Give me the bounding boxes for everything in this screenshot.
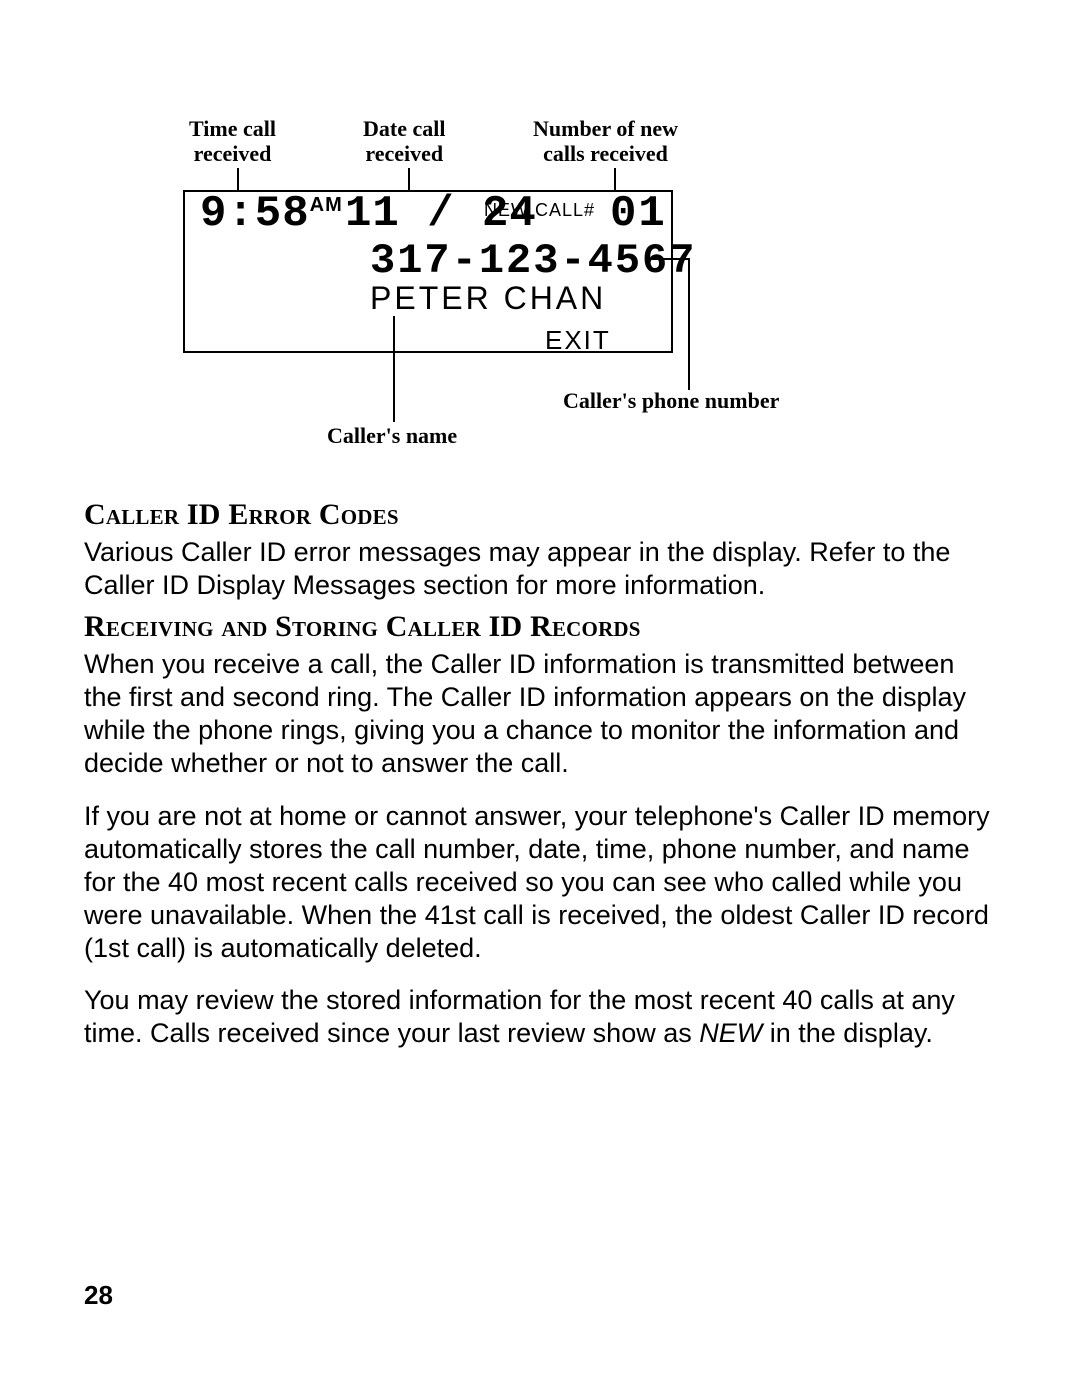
callout-time: Time call received (189, 116, 276, 167)
callout-date: Date call received (363, 116, 445, 167)
callout-name: Caller's name (327, 423, 457, 448)
heading-receiving-storing: Receiving and Storing Caller ID Records (84, 610, 996, 644)
leader-time (237, 168, 239, 190)
lcd-newcall-label: NEW CALL# (484, 200, 595, 221)
heading-error-codes: Caller ID Error Codes (84, 498, 996, 532)
lcd-phone-number: 317-123-4567 (370, 237, 696, 285)
lcd-time: 9:58AM (200, 189, 343, 239)
leader-date (408, 168, 410, 190)
para-receive-1: When you receive a call, the Caller ID i… (84, 648, 996, 780)
para-receive-3: You may review the stored information fo… (84, 984, 996, 1050)
lcd-ampm: AM (310, 194, 343, 216)
para-receive-3-new: NEW (699, 1018, 762, 1048)
lcd-time-value: 9:58 (200, 189, 310, 239)
callout-newcalls: Number of new calls received (533, 116, 678, 167)
section-error-codes: Caller ID Error Codes Various Caller ID … (84, 498, 996, 602)
lcd-caller-name: PETER CHAN (370, 280, 606, 317)
para-receive-2: If you are not at home or cannot answer,… (84, 800, 996, 965)
para-receive-3b: in the display. (762, 1018, 933, 1048)
callout-phone: Caller's phone number (563, 388, 779, 413)
caller-id-diagram: Time call received Date call received Nu… (0, 0, 1080, 470)
lcd-exit-label: EXIT (545, 325, 611, 356)
page: Time call received Date call received Nu… (0, 0, 1080, 1374)
lcd-newcall-number: 01 (610, 189, 667, 239)
leader-newcalls (614, 168, 616, 190)
section-receiving-storing: Receiving and Storing Caller ID Records … (84, 610, 996, 1050)
para-error-codes: Various Caller ID error messages may app… (84, 536, 996, 602)
page-number: 28 (84, 1280, 113, 1311)
